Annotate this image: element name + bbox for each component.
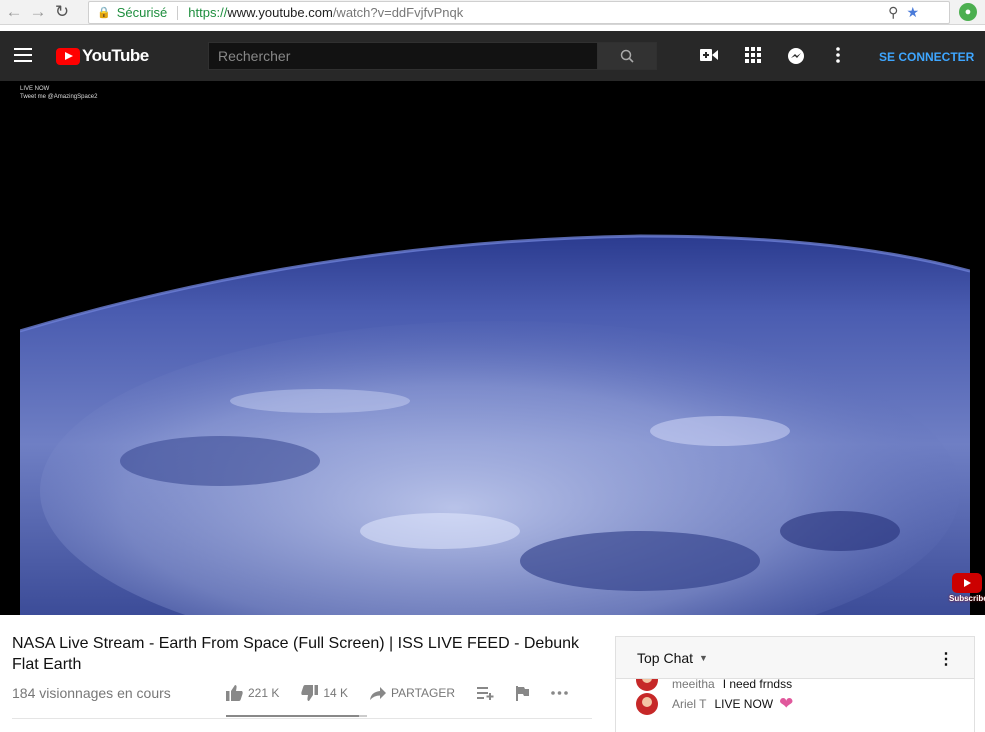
logo-text: YouTube [82, 46, 149, 65]
share-label: PARTAGER [391, 686, 456, 700]
dislike-button[interactable]: 14 K [301, 685, 348, 701]
report-button[interactable] [516, 685, 530, 701]
browser-toolbar: ← → ↻ 🔒 Sécurisé https:// www.youtube.co… [0, 0, 985, 25]
add-to-playlist-button[interactable] [477, 686, 494, 700]
more-options-icon[interactable] [836, 47, 840, 68]
apps-grid-icon[interactable] [745, 47, 761, 68]
share-arrow-icon [370, 686, 387, 700]
video-player[interactable]: LIVE NOW Tweet me @AmazingSpace2 Subscri… [0, 81, 985, 615]
heart-icon: ❤ [779, 694, 794, 713]
live-chat-panel: Top Chat ▼ ⋮ meeitha I need frndss Ariel… [615, 636, 975, 732]
forward-icon[interactable]: → [28, 2, 48, 22]
url-host: www.youtube.com [227, 5, 333, 20]
address-bar[interactable]: 🔒 Sécurisé https:// www.youtube.com /wat… [88, 1, 950, 24]
chat-mode-selector[interactable]: Top Chat [637, 650, 693, 666]
chat-author: Ariel T [672, 697, 707, 711]
more-horizontal-icon [551, 691, 568, 695]
share-button[interactable]: PARTAGER [370, 686, 455, 700]
subscribe-watermark[interactable]: Subscribe [949, 573, 985, 605]
chat-message: Ariel T LIVE NOW ❤ [616, 691, 974, 717]
video-title: NASA Live Stream - Earth From Space (Ful… [12, 635, 580, 673]
search-button[interactable] [597, 42, 657, 70]
subscribe-play-icon [952, 573, 982, 593]
video-actions: 221 K 14 K PARTAGER [226, 685, 590, 701]
extension-icon[interactable]: ● [959, 3, 977, 21]
search-icon [620, 49, 634, 63]
url-scheme: https:// [188, 5, 228, 20]
sign-in-button[interactable]: SE CONNECTER [879, 50, 974, 64]
youtube-header: YouTube Rechercher SE CONNECTER [0, 31, 985, 81]
youtube-play-icon [56, 47, 80, 65]
messages-icon[interactable] [787, 47, 805, 70]
zoom-icon[interactable]: ⚲ [888, 4, 898, 21]
reload-icon[interactable]: ↻ [52, 2, 72, 22]
youtube-logo[interactable]: YouTube [56, 46, 149, 66]
lock-icon: 🔒 [97, 7, 111, 19]
earth-video-frame [20, 231, 970, 615]
flag-icon [516, 685, 530, 701]
chat-message: meeitha I need frndss [616, 679, 974, 691]
stream-overlay-text: LIVE NOW Tweet me @AmazingSpace2 [20, 86, 98, 100]
chat-text: LIVE NOW [714, 697, 774, 711]
avatar [636, 679, 658, 691]
chat-author: meeitha [672, 679, 715, 691]
sentiment-bar [226, 715, 367, 717]
thumbs-up-icon [226, 685, 243, 701]
chat-text: I need frndss [722, 679, 793, 691]
bookmark-star-icon[interactable]: ★ [906, 4, 919, 21]
thumbs-down-icon [301, 685, 319, 701]
chat-header: Top Chat ▼ ⋮ [616, 637, 974, 679]
chat-more-icon[interactable]: ⋮ [938, 649, 954, 669]
secure-label: Sécurisé [116, 5, 168, 20]
playlist-add-icon [477, 686, 494, 700]
avatar [636, 693, 658, 715]
like-button[interactable]: 221 K [226, 685, 279, 701]
more-actions-button[interactable] [551, 691, 568, 695]
view-count: 184 visionnages en cours [12, 685, 171, 701]
menu-icon[interactable] [14, 48, 32, 62]
dislike-count: 14 K [323, 686, 349, 700]
search-input[interactable]: Rechercher [208, 42, 598, 70]
sentiment-like-fill [226, 715, 359, 717]
back-icon[interactable]: ← [4, 2, 24, 22]
create-video-icon[interactable] [700, 47, 718, 67]
like-count: 221 K [248, 686, 280, 700]
chevron-down-icon[interactable]: ▼ [699, 653, 708, 663]
url-path: /watch?v=ddFvjfvPnqk [332, 5, 464, 20]
